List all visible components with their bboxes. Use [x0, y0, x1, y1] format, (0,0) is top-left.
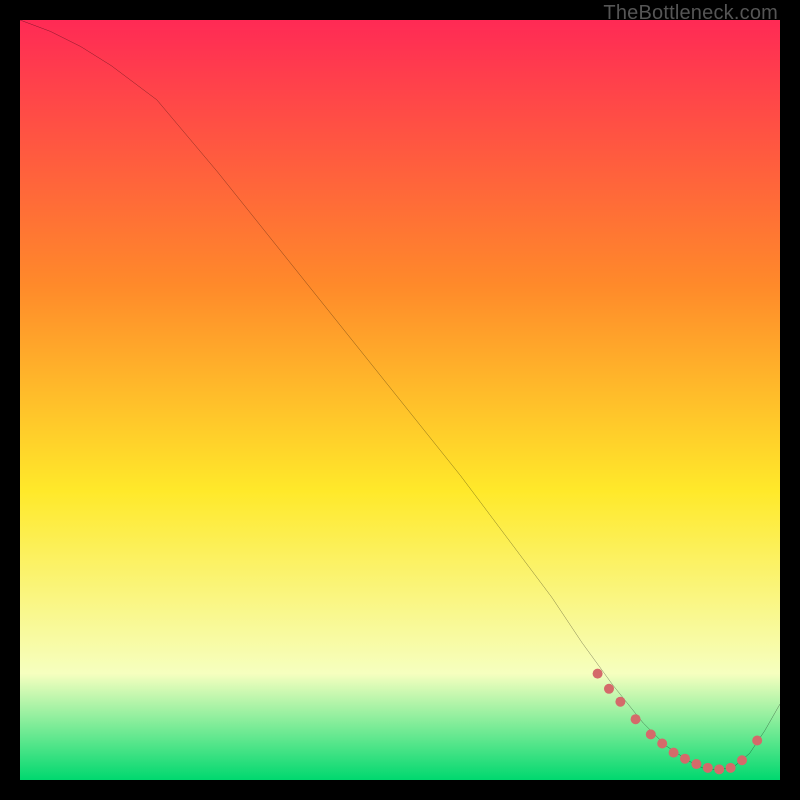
chart-frame: TheBottleneck.com — [0, 0, 800, 800]
marker-dot — [752, 735, 762, 745]
marker-dot — [646, 729, 656, 739]
marker-dot — [631, 714, 641, 724]
marker-dot — [680, 754, 690, 764]
marker-dot — [726, 763, 736, 773]
marker-dot — [615, 697, 625, 707]
bottleneck-chart — [20, 20, 780, 780]
marker-dot — [737, 755, 747, 765]
marker-dot — [657, 739, 667, 749]
marker-dot — [593, 669, 603, 679]
marker-dot — [703, 763, 713, 773]
marker-dot — [669, 748, 679, 758]
marker-dot — [604, 684, 614, 694]
marker-dot — [691, 759, 701, 769]
marker-dot — [714, 764, 724, 774]
